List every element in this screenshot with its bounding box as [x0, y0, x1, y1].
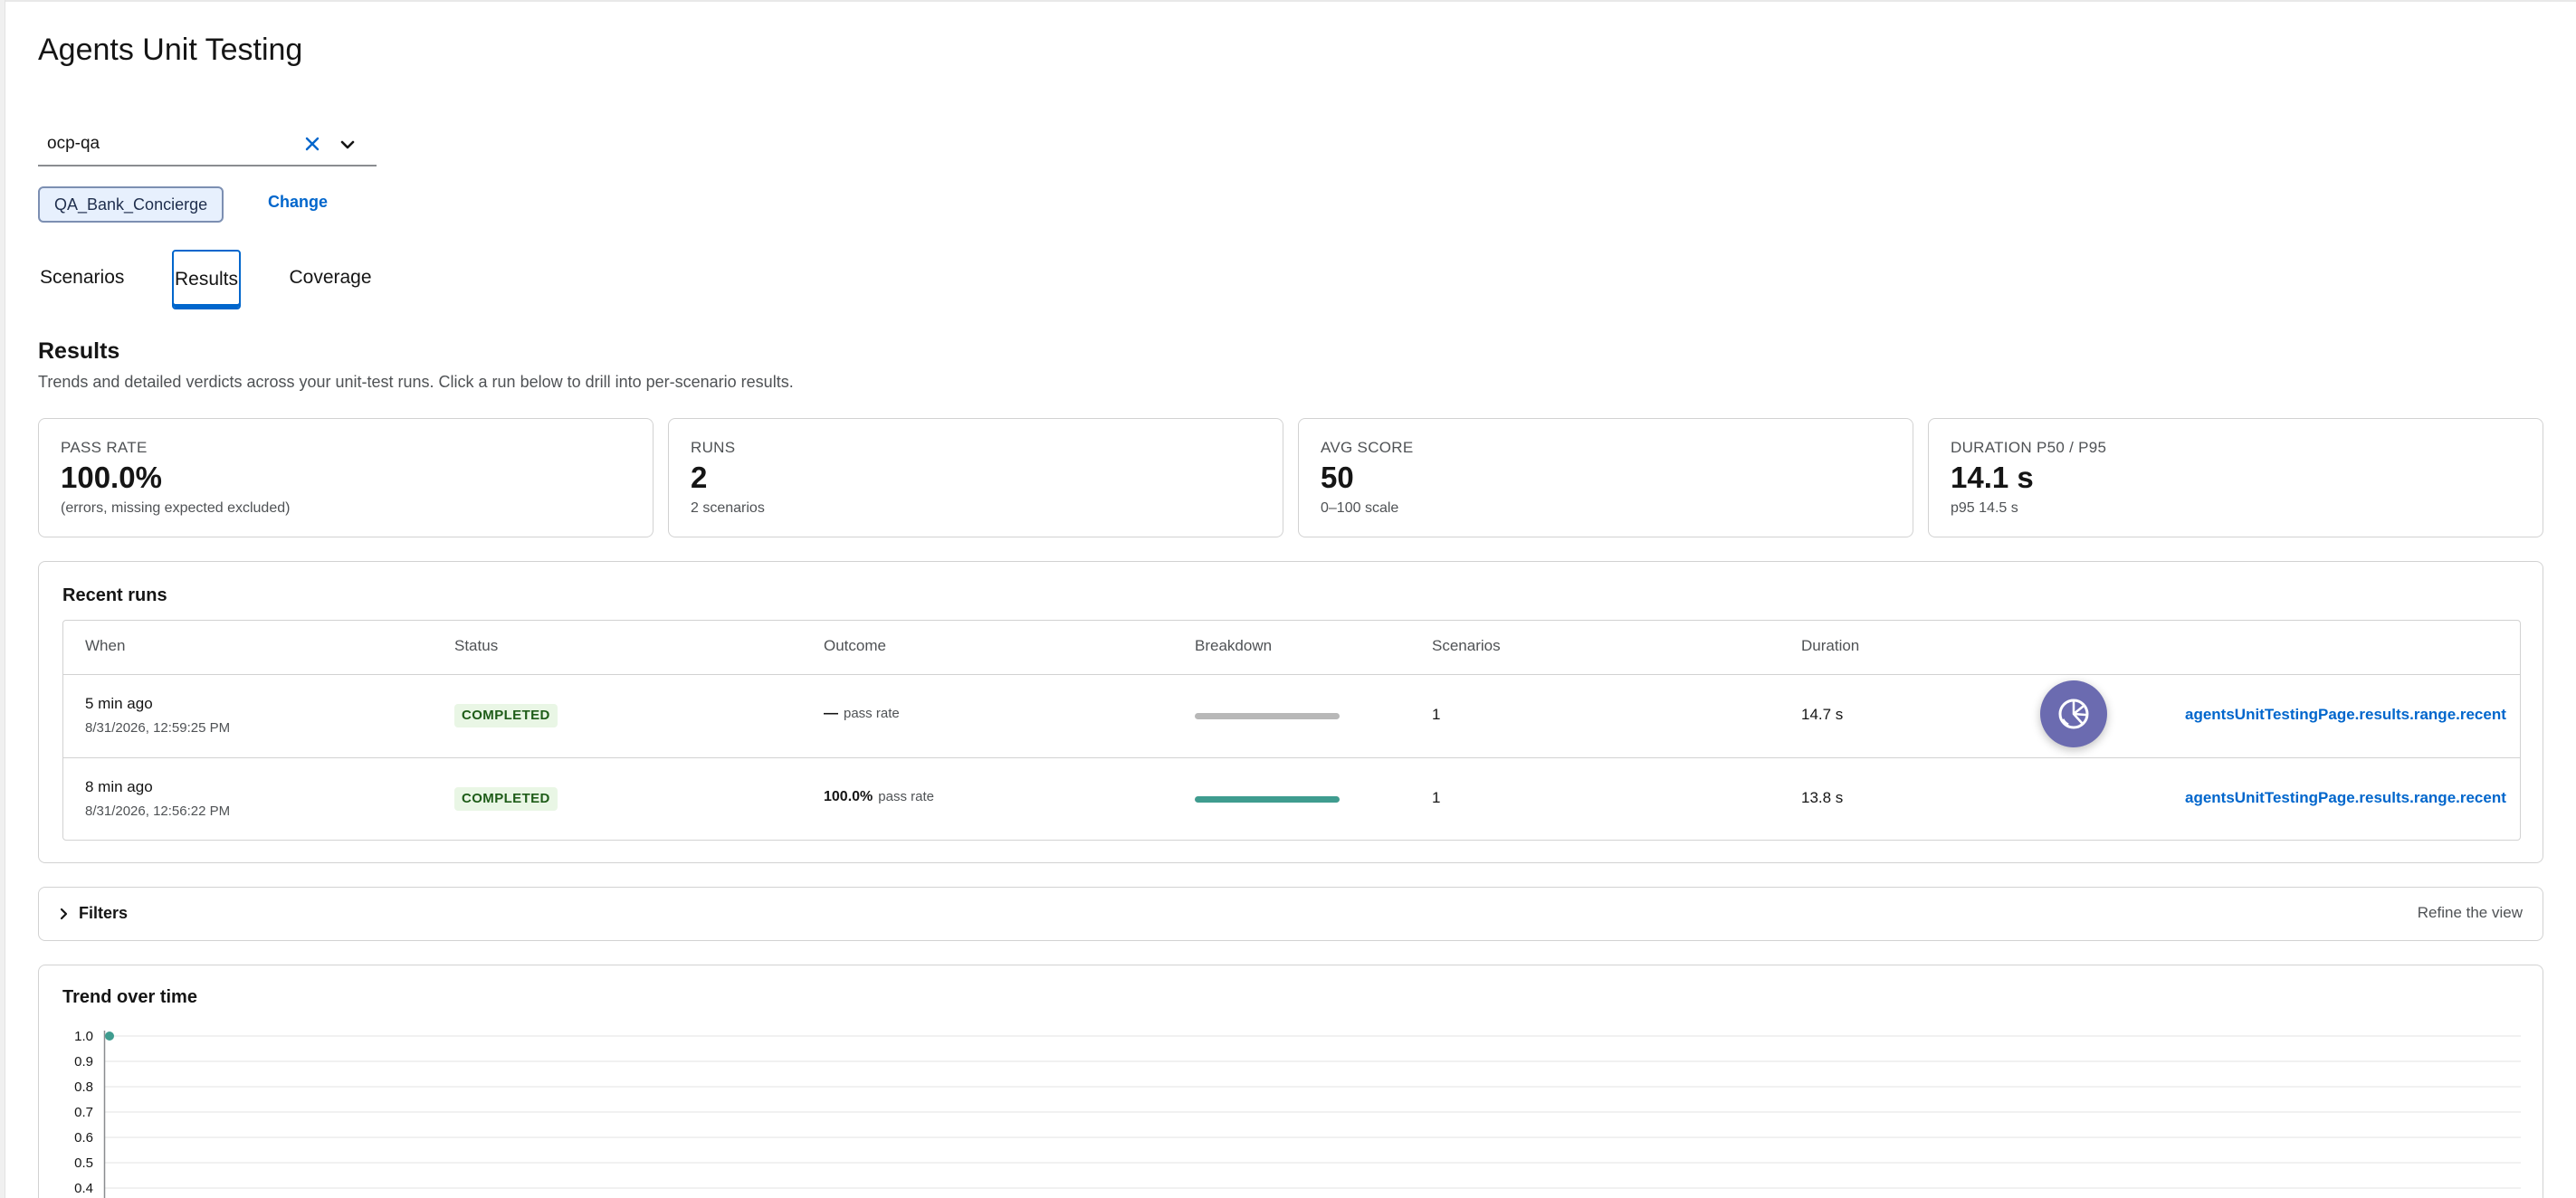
breakdown-bar-fill: [1195, 796, 1340, 803]
column-header-scenarios: Scenarios: [1432, 637, 1501, 654]
run-outcome: 100.0% pass rate: [824, 789, 934, 805]
run-duration: 14.7 s: [1801, 706, 1844, 723]
trend-data-point[interactable]: [105, 1032, 114, 1041]
page-title: Agents Unit Testing: [38, 33, 303, 67]
outcome-value: 100.0%: [824, 789, 873, 804]
column-header-outcome: Outcome: [824, 637, 886, 654]
filters-toggle[interactable]: Filters Refine the view: [38, 887, 2543, 941]
kpi-label: AVG SCORE: [1321, 439, 1414, 456]
column-header-status: Status: [454, 637, 499, 654]
left-rail: [0, 0, 5, 1198]
y-tick-label: 0.9: [74, 1054, 93, 1070]
y-tick-label: 1.0: [74, 1029, 93, 1044]
assistant-fab[interactable]: [2040, 680, 2107, 747]
outcome-label: pass rate: [878, 789, 934, 804]
close-icon[interactable]: [301, 132, 324, 156]
y-tick-label: 0.5: [74, 1155, 93, 1171]
y-tick-label: 0.8: [74, 1079, 93, 1095]
kpi-value: 14.1 s: [1951, 461, 2034, 494]
breakdown-bar: [1195, 713, 1340, 719]
run-timestamp: 8/31/2026, 12:56:22 PM: [85, 803, 231, 819]
run-when: 8 min ago: [85, 778, 153, 795]
tab-results[interactable]: Results: [172, 250, 241, 309]
trend-card: Trend over time 1.0 0.9 0.8 0.7 0.6 0.5 0.4: [38, 965, 2543, 1198]
y-tick-label: 0.7: [74, 1105, 93, 1120]
results-title: Results: [38, 338, 120, 364]
change-agent-link[interactable]: Change: [268, 193, 328, 212]
run-range-link[interactable]: agentsUnitTestingPage.results.range.rece…: [2185, 706, 2506, 724]
kpi-subtext: p95 14.5 s: [1951, 500, 2018, 516]
kpi-value: 100.0%: [61, 461, 162, 494]
run-scenarios: 1: [1432, 789, 1441, 806]
kpi-label: PASS RATE: [61, 439, 148, 456]
y-tick-label: 0.6: [74, 1130, 93, 1146]
run-range-link[interactable]: agentsUnitTestingPage.results.range.rece…: [2185, 789, 2506, 807]
table-header: When Status Outcome Breakdown Scenarios …: [63, 621, 2520, 675]
kpi-subtext: (errors, missing expected excluded): [61, 500, 291, 516]
namespace-select-value: ocp-qa: [47, 134, 100, 153]
top-border: [0, 0, 2576, 2]
recent-runs-card: Recent runs When Status Outcome Breakdow…: [38, 561, 2543, 863]
tab-scenarios[interactable]: Scenarios: [40, 250, 124, 309]
kpi-value: 50: [1321, 461, 1354, 494]
chevron-right-icon: [57, 906, 72, 922]
recent-runs-title: Recent runs: [62, 585, 167, 605]
chevron-down-icon[interactable]: [337, 134, 358, 156]
namespace-select[interactable]: ocp-qa: [38, 123, 377, 166]
recent-runs-table: When Status Outcome Breakdown Scenarios …: [62, 620, 2521, 841]
kpi-subtext: 2 scenarios: [691, 500, 765, 516]
outcome-value: —: [824, 706, 838, 721]
status-badge: COMPLETED: [454, 704, 558, 727]
run-duration: 13.8 s: [1801, 789, 1844, 806]
kpi-card-pass-rate: PASS RATE 100.0% (errors, missing expect…: [38, 418, 654, 537]
agent-chip: QA_Bank_Concierge: [38, 186, 224, 223]
column-header-breakdown: Breakdown: [1195, 637, 1273, 654]
kpi-subtext: 0–100 scale: [1321, 500, 1399, 516]
tab-coverage[interactable]: Coverage: [288, 250, 373, 309]
kpi-card-avg-score: AVG SCORE 50 0–100 scale: [1298, 418, 1913, 537]
column-header-duration: Duration: [1801, 637, 1860, 654]
filters-hint: Refine the view: [2417, 904, 2523, 921]
kpi-value: 2: [691, 461, 708, 494]
results-description: Trends and detailed verdicts across your…: [38, 373, 794, 391]
column-header-when: When: [85, 637, 126, 654]
run-outcome: — pass rate: [824, 706, 900, 722]
outcome-label: pass rate: [844, 706, 900, 721]
trend-chart: 1.0 0.9 0.8 0.7 0.6 0.5 0.4: [74, 1029, 2521, 1198]
kpi-label: RUNS: [691, 439, 736, 456]
filters-title: Filters: [79, 904, 129, 922]
run-timestamp: 8/31/2026, 12:59:25 PM: [85, 720, 231, 736]
status-badge: COMPLETED: [454, 787, 558, 811]
table-row[interactable]: 5 min ago 8/31/2026, 12:59:25 PM COMPLET…: [63, 675, 2520, 758]
run-when: 5 min ago: [85, 695, 153, 712]
y-tick-label: 0.4: [74, 1181, 93, 1196]
kpi-label: DURATION P50 / P95: [1951, 439, 2107, 456]
kpi-card-duration: DURATION P50 / P95 14.1 s p95 14.5 s: [1928, 418, 2543, 537]
run-scenarios: 1: [1432, 706, 1441, 723]
table-row[interactable]: 8 min ago 8/31/2026, 12:56:22 PM COMPLET…: [63, 758, 2520, 840]
breakdown-bar: [1195, 796, 1340, 803]
kpi-card-runs: RUNS 2 2 scenarios: [668, 418, 1283, 537]
assistant-icon: [2058, 699, 2089, 729]
